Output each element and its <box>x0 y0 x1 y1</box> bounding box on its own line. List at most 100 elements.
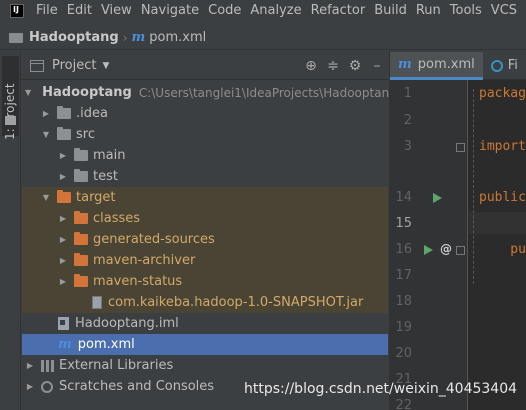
project-tool-label[interactable]: 1: Project <box>3 83 17 140</box>
tree-item-target[interactable]: ▼ target <box>22 187 388 208</box>
override-icon[interactable]: @ <box>440 242 452 256</box>
code-line[interactable]: import <box>479 139 526 154</box>
excluded-folder-icon <box>74 232 88 245</box>
tree-item-test[interactable]: ▶ test <box>22 166 388 187</box>
run-icon[interactable] <box>424 245 433 255</box>
intellij-logo-icon: IJ <box>10 3 24 18</box>
tree-item-src[interactable]: ▼ src <box>22 124 388 145</box>
chevron-right-icon[interactable]: ▶ <box>58 214 68 223</box>
tree-item-label: Hadooptang <box>42 85 132 100</box>
chevron-right-icon[interactable]: ▶ <box>58 151 68 160</box>
tree-item-label: classes <box>93 211 141 226</box>
menu-navigate[interactable]: Navigate <box>141 3 199 18</box>
chevron-right-icon[interactable]: ▶ <box>41 109 51 118</box>
project-tool-icon <box>5 116 16 125</box>
tree-item-label: maven-archiver <box>93 253 196 268</box>
maven-icon: m <box>58 337 72 352</box>
line-number: 20 <box>395 346 412 361</box>
fold-icon[interactable] <box>456 246 465 255</box>
tree-item-label: src <box>76 127 95 142</box>
chevron-right-icon[interactable]: ▶ <box>25 382 35 391</box>
editor-gutter[interactable]: 1 2 3 14 15 16 17 18 19 20 21 22 @ <box>390 80 468 410</box>
excluded-folder-icon <box>74 211 88 224</box>
tree-item-label: com.kaikeba.hadoop-1.0-SNAPSHOT.jar <box>108 295 364 310</box>
menu-analyze[interactable]: Analyze <box>250 3 301 18</box>
line-number: 17 <box>395 268 412 283</box>
project-view-selector[interactable]: Project <box>52 58 96 73</box>
menu-code[interactable]: Code <box>208 3 241 18</box>
line-number: 14 <box>395 190 412 205</box>
tree-item-label: Scratches and Consoles <box>59 379 215 394</box>
folder-icon <box>57 127 71 140</box>
left-tool-strip: 1: Project <box>0 52 21 410</box>
tree-item-pom[interactable]: m pom.xml <box>22 334 388 355</box>
gear-icon[interactable]: ⚙ <box>344 58 366 74</box>
chevron-right-icon[interactable]: ▶ <box>25 361 35 370</box>
line-number: 16 <box>395 242 412 257</box>
chevron-down-icon[interactable]: ▼ <box>41 193 51 202</box>
tree-item-generated-sources[interactable]: ▶ generated-sources <box>22 229 388 250</box>
indent-guide <box>473 89 474 284</box>
tab-label: pom.xml <box>417 56 475 72</box>
tree-item-maven-status[interactable]: ▶ maven-status <box>22 271 388 292</box>
excluded-folder-icon <box>57 190 71 203</box>
tree-item-iml[interactable]: Hadooptang.iml <box>22 313 388 334</box>
project-folder-icon <box>9 32 23 43</box>
collapse-icon[interactable]: ≑ <box>322 58 344 74</box>
crosshair-icon[interactable]: ⊕ <box>300 58 322 74</box>
menu-tools[interactable]: Tools <box>450 3 482 18</box>
menu-vcs[interactable]: VCS <box>491 3 517 18</box>
tree-item-jar[interactable]: com.kaikeba.hadoop-1.0-SNAPSHOT.jar <box>22 292 388 313</box>
tree-item-path: C:\Users\tanglei1\IdeaProjects\Hadooptan… <box>138 85 397 100</box>
class-icon <box>490 59 503 72</box>
chevron-down-icon[interactable]: ▼ <box>102 61 109 71</box>
tree-item-hadooptang[interactable]: ▼ Hadooptang C:\Users\tanglei1\IdeaProje… <box>22 82 397 103</box>
code-line[interactable]: pu <box>479 242 526 257</box>
chevron-down-icon[interactable]: ▼ <box>41 130 51 139</box>
line-number: 19 <box>395 320 412 335</box>
tab-pom-xml[interactable]: m pom.xml <box>390 51 483 80</box>
run-icon[interactable] <box>433 193 442 203</box>
tree-item-main[interactable]: ▶ main <box>22 145 388 166</box>
fold-icon[interactable] <box>456 143 465 152</box>
chevron-right-icon[interactable]: ▶ <box>58 277 68 286</box>
menu-refactor[interactable]: Refactor <box>311 3 366 18</box>
breadcrumb-separator-icon: › <box>122 30 128 45</box>
tab-class-file[interactable]: Fi <box>483 52 526 80</box>
tree-item-classes[interactable]: ▶ classes <box>22 208 388 229</box>
project-panel-header: Project ▼ ⊕ ≑ ⚙ – <box>22 52 388 80</box>
line-number: 22 <box>395 398 412 410</box>
code-line[interactable]: public <box>479 190 526 205</box>
chevron-down-icon[interactable]: ▼ <box>25 88 31 97</box>
editor: m pom.xml Fi 1 2 3 14 15 16 17 18 19 20 … <box>389 51 526 410</box>
chevron-right-icon[interactable]: ▶ <box>58 172 68 181</box>
menu-edit[interactable]: Edit <box>67 3 92 18</box>
chevron-right-icon[interactable]: ▶ <box>58 256 68 265</box>
breadcrumb-project[interactable]: Hadooptang <box>29 30 119 45</box>
chevron-right-icon[interactable]: ▶ <box>58 235 68 244</box>
menu-file[interactable]: File <box>36 3 58 18</box>
breadcrumb-file[interactable]: pom.xml <box>149 30 206 45</box>
line-number: 15 <box>395 216 412 231</box>
folder-icon <box>57 106 71 119</box>
tree-item-maven-archiver[interactable]: ▶ maven-archiver <box>22 250 388 271</box>
maven-icon: m <box>131 30 146 45</box>
code-line[interactable]: packag <box>479 86 526 101</box>
tree-item-external-libraries[interactable]: ▶ External Libraries <box>22 355 388 376</box>
excluded-folder-icon <box>74 274 88 287</box>
tree-item-idea[interactable]: ▶ .idea <box>22 103 388 124</box>
menu-run[interactable]: Run <box>416 3 441 18</box>
line-number: 18 <box>395 294 412 309</box>
project-view-icon <box>30 59 44 72</box>
tree-item-label: External Libraries <box>59 358 174 373</box>
menu-view[interactable]: View <box>101 3 132 18</box>
hide-icon[interactable]: – <box>366 58 388 74</box>
iml-file-icon <box>58 317 69 330</box>
tree-item-label: target <box>76 190 116 205</box>
menu-bar: IJ File Edit View Navigate Code Analyze … <box>0 0 526 21</box>
line-number: 1 <box>403 86 412 101</box>
menu-build[interactable]: Build <box>374 3 407 18</box>
tree-item-label: maven-status <box>93 274 183 289</box>
library-icon <box>41 359 54 372</box>
scratch-icon <box>41 380 53 393</box>
